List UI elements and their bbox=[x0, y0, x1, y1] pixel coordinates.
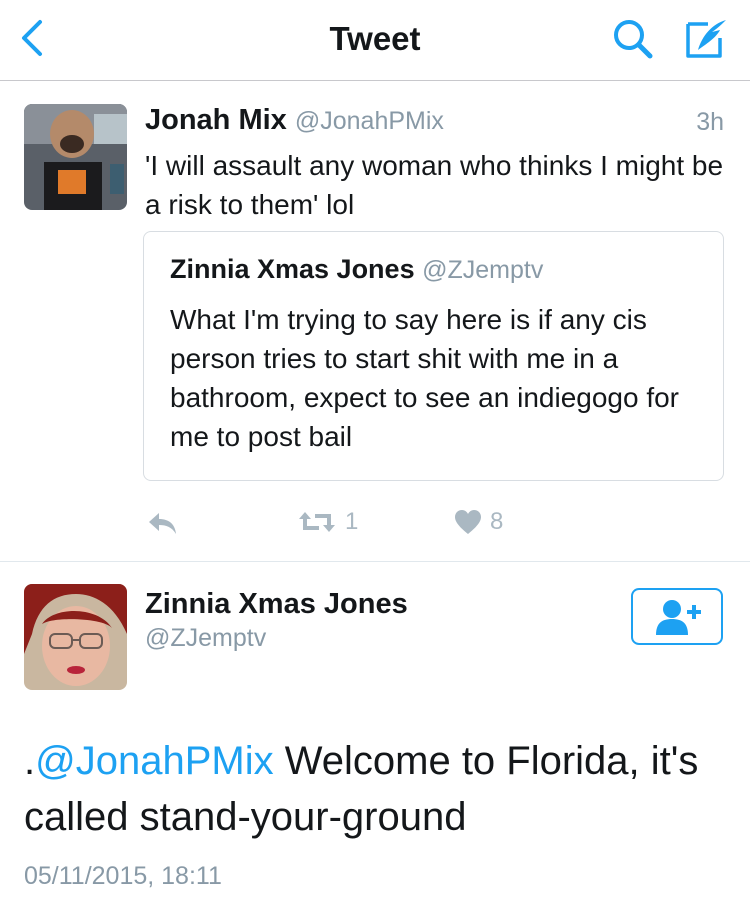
tweet-author[interactable]: Jonah Mix @JonahPMix bbox=[145, 104, 444, 137]
search-button[interactable] bbox=[608, 14, 658, 64]
author-handle: @JonahPMix bbox=[294, 107, 444, 135]
compose-quill-icon bbox=[686, 20, 726, 58]
search-icon bbox=[614, 20, 653, 59]
avatar[interactable] bbox=[24, 584, 127, 690]
retweet-count: 1 bbox=[345, 508, 359, 535]
quoted-tweet[interactable]: Zinnia Xmas Jones @ZJemptv What I'm tryi… bbox=[143, 231, 724, 481]
follow-button[interactable] bbox=[631, 588, 723, 645]
nav-bar: Tweet bbox=[0, 0, 750, 81]
quoted-author-name: Zinnia Xmas Jones bbox=[170, 254, 415, 284]
like-button[interactable]: 8 bbox=[454, 508, 503, 536]
avatar[interactable] bbox=[24, 104, 127, 210]
reply-icon bbox=[149, 513, 176, 534]
like-count: 8 bbox=[490, 508, 504, 535]
add-user-icon bbox=[656, 599, 701, 635]
reply-author-name[interactable]: Zinnia Xmas Jones bbox=[145, 588, 408, 621]
reply-text: .@JonahPMix Welcome to Florida, it's cal… bbox=[24, 733, 724, 845]
retweet-icon bbox=[299, 512, 335, 532]
divider bbox=[0, 561, 750, 562]
tweet-text: 'I will assault any woman who thinks I m… bbox=[145, 150, 724, 220]
quoted-text: What I'm trying to say here is if any ci… bbox=[170, 304, 680, 452]
author-name: Jonah Mix bbox=[145, 104, 287, 136]
compose-button[interactable] bbox=[682, 14, 732, 64]
reply-author-handle: @ZJemptv bbox=[145, 624, 267, 652]
mention-link[interactable]: @JonahPMix bbox=[35, 739, 273, 783]
reply-prefix: . bbox=[24, 739, 36, 783]
tweet-actions: 1 8 bbox=[0, 506, 750, 546]
quoted-author: Zinnia Xmas Jones @ZJemptv bbox=[170, 254, 543, 285]
quoted-author-handle: @ZJemptv bbox=[422, 256, 544, 284]
reply-button[interactable] bbox=[146, 510, 178, 536]
tweet-time: 3h bbox=[696, 108, 724, 136]
tweet-timestamp: 05/11/2015, 18:11 bbox=[24, 862, 222, 890]
retweet-button[interactable]: 1 bbox=[297, 508, 358, 536]
heart-icon bbox=[455, 510, 481, 534]
